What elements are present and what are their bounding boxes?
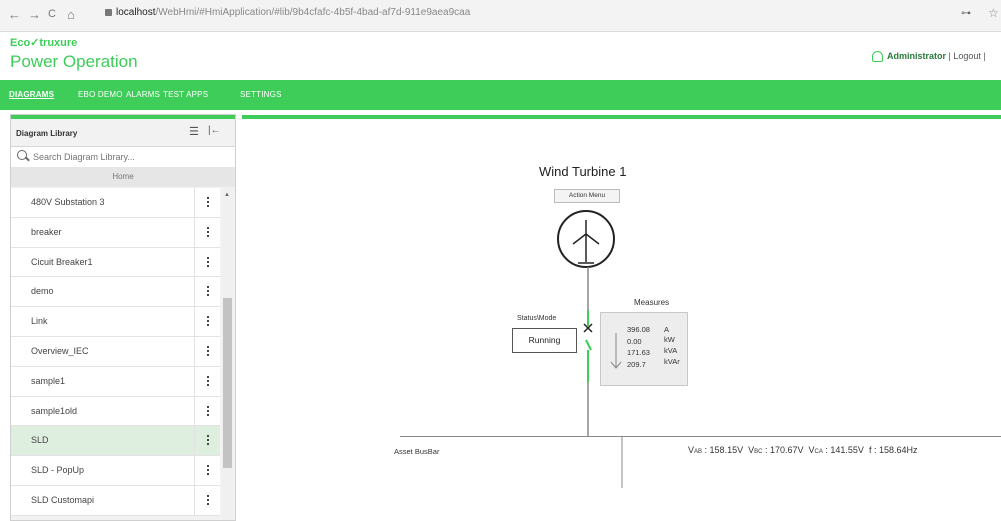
list-scrollbar[interactable]: ▲ (222, 188, 233, 520)
ecostruxure-logo: Eco✓truxure (10, 37, 78, 49)
list-item-label: breaker (31, 226, 62, 237)
nav-alarms[interactable]: ALARMS (126, 90, 160, 99)
list-item-label: Link (31, 316, 48, 327)
vab-value: : 158.15V (704, 445, 744, 455)
list-item-label: SLD Customapi (31, 494, 95, 505)
vab-subscript: AB (694, 449, 703, 455)
nav-settings[interactable]: SETTINGS (240, 90, 282, 99)
panel-top-border (11, 115, 235, 119)
measure-kw-unit: kW (664, 335, 675, 344)
list-item[interactable]: sample1 (11, 366, 221, 397)
nav-ebo-demo[interactable]: EBO DEMO (78, 90, 123, 99)
nav-test-apps[interactable]: TEST APPS (163, 90, 208, 99)
vca-subscript: CA (814, 449, 823, 455)
measure-current-value: 396.08 (627, 325, 650, 334)
more-options-icon[interactable] (194, 247, 221, 277)
logout-link[interactable]: Logout (953, 51, 981, 61)
home-icon[interactable]: ⌂ (67, 7, 75, 22)
breadcrumb-home[interactable]: Home (11, 167, 235, 187)
user-name[interactable]: Administrator (887, 51, 946, 61)
user-area: Administrator | Logout | (872, 51, 986, 63)
list-item[interactable]: Overview_IEC (11, 336, 221, 367)
search-input[interactable] (33, 149, 228, 164)
list-item-label: Cicuit Breaker1 (31, 256, 93, 267)
status-mode-label: Status\Mode (517, 315, 557, 322)
asset-busbar[interactable] (400, 436, 1001, 437)
separator: | (948, 51, 951, 61)
list-item[interactable]: SLD Customapi (11, 485, 221, 516)
measure-kvar-unit: kVAr (664, 357, 680, 366)
measure-kvar-value: 209.7 (627, 360, 646, 369)
measure-current-unit: A (664, 325, 670, 334)
star-icon[interactable]: ☆ (988, 6, 999, 20)
busbar-label: Asset BusBar (394, 447, 440, 456)
list-item-label: sample1 (31, 375, 66, 386)
switch-contact (585, 339, 592, 351)
measures-panel[interactable]: 396.08 A 0.00 kW 171.63 kVA 209.7 kVAr (600, 312, 688, 386)
more-options-icon[interactable] (194, 426, 221, 456)
list-item[interactable]: 480V Substation 3 (11, 188, 220, 218)
list-item-label: SLD (31, 435, 49, 446)
list-item-label: Overview_IEC (31, 345, 89, 356)
list-item-label: demo (31, 286, 54, 297)
reload-icon[interactable]: C (48, 8, 56, 20)
frequency-value: : 158.64Hz (873, 445, 918, 455)
url-host: localhost (116, 7, 156, 18)
list-item-label: SLD - PopUp (31, 465, 85, 476)
more-options-icon[interactable] (194, 485, 221, 515)
collapse-panel-icon[interactable]: |← (208, 125, 221, 136)
list-item-label: sample1old (31, 405, 78, 416)
nav-diagrams[interactable]: DIAGRAMS (9, 90, 54, 99)
more-options-icon[interactable] (194, 188, 221, 217)
vbc-subscript: BC (754, 449, 763, 455)
list-item-selected[interactable]: SLD (11, 426, 221, 457)
measure-kva-value: 171.63 (627, 348, 650, 357)
vbc-value: : 170.67V (764, 445, 804, 455)
main-nav: DIAGRAMS EBO DEMO ALARMS TEST APPS SETTI… (0, 80, 1001, 110)
scroll-up-icon[interactable]: ▲ (224, 192, 230, 198)
panel-title: Diagram Library (16, 129, 78, 138)
forward-arrow-icon[interactable]: → (28, 7, 41, 22)
diagram-library-panel: Diagram Library ☰ |← Home 480V Substatio… (10, 114, 236, 521)
list-item-label: 480V Substation 3 (31, 197, 105, 207)
measure-kva-unit: kVA (664, 346, 678, 355)
diagram-canvas: Wind Turbine 1 Action Menu Status\Mode R… (242, 120, 1001, 519)
scrollbar-thumb[interactable] (223, 298, 232, 468)
search-icon (17, 150, 27, 160)
content-top-border (242, 115, 1001, 119)
app-title: Power Operation (10, 52, 138, 71)
list-item[interactable]: Cicuit Breaker1 (11, 247, 221, 278)
diagram-list: 480V Substation 3 breaker Cicuit Breaker… (11, 188, 220, 516)
list-item[interactable]: breaker (11, 217, 221, 248)
more-options-icon[interactable] (194, 396, 221, 426)
measure-kw-value: 0.00 (627, 337, 642, 346)
wind-turbine-icon[interactable] (557, 210, 615, 268)
frequency-label: f (868, 445, 872, 455)
more-options-icon[interactable] (194, 366, 221, 396)
address-bar[interactable]: localhost/WebHmi/#HmiApplication/#lib/9b… (105, 7, 470, 18)
url-path: /WebHmi/#HmiApplication/#lib/9b4cfafc-4b… (155, 7, 471, 18)
lock-icon (105, 8, 112, 16)
more-options-icon[interactable] (194, 336, 221, 366)
measures-label: Measures (634, 298, 670, 307)
more-options-icon[interactable] (194, 277, 221, 307)
library-search (11, 146, 235, 168)
vca-value: : 141.55V (825, 445, 864, 455)
list-item[interactable]: Link (11, 307, 220, 337)
list-item[interactable]: demo (11, 277, 221, 308)
back-arrow-icon[interactable]: ← (8, 7, 21, 22)
more-options-icon[interactable] (194, 307, 221, 336)
separator: | (983, 51, 986, 61)
menu-icon[interactable]: ☰ (189, 125, 199, 138)
more-options-icon[interactable] (194, 217, 221, 247)
busbar-readings: VAB : 158.15V VBC : 170.67V VCA : 141.55… (688, 445, 918, 455)
browser-toolbar: ← → C ⌂ localhost/WebHmi/#HmiApplication… (0, 0, 1001, 32)
list-item[interactable]: sample1old (11, 396, 221, 427)
key-icon[interactable]: ⊶ (961, 8, 971, 19)
power-flow-down-arrow-icon (610, 333, 622, 369)
user-icon (872, 51, 883, 63)
more-options-icon[interactable] (194, 456, 221, 485)
list-item[interactable]: SLD - PopUp (11, 456, 220, 486)
status-value: Running (512, 328, 577, 353)
